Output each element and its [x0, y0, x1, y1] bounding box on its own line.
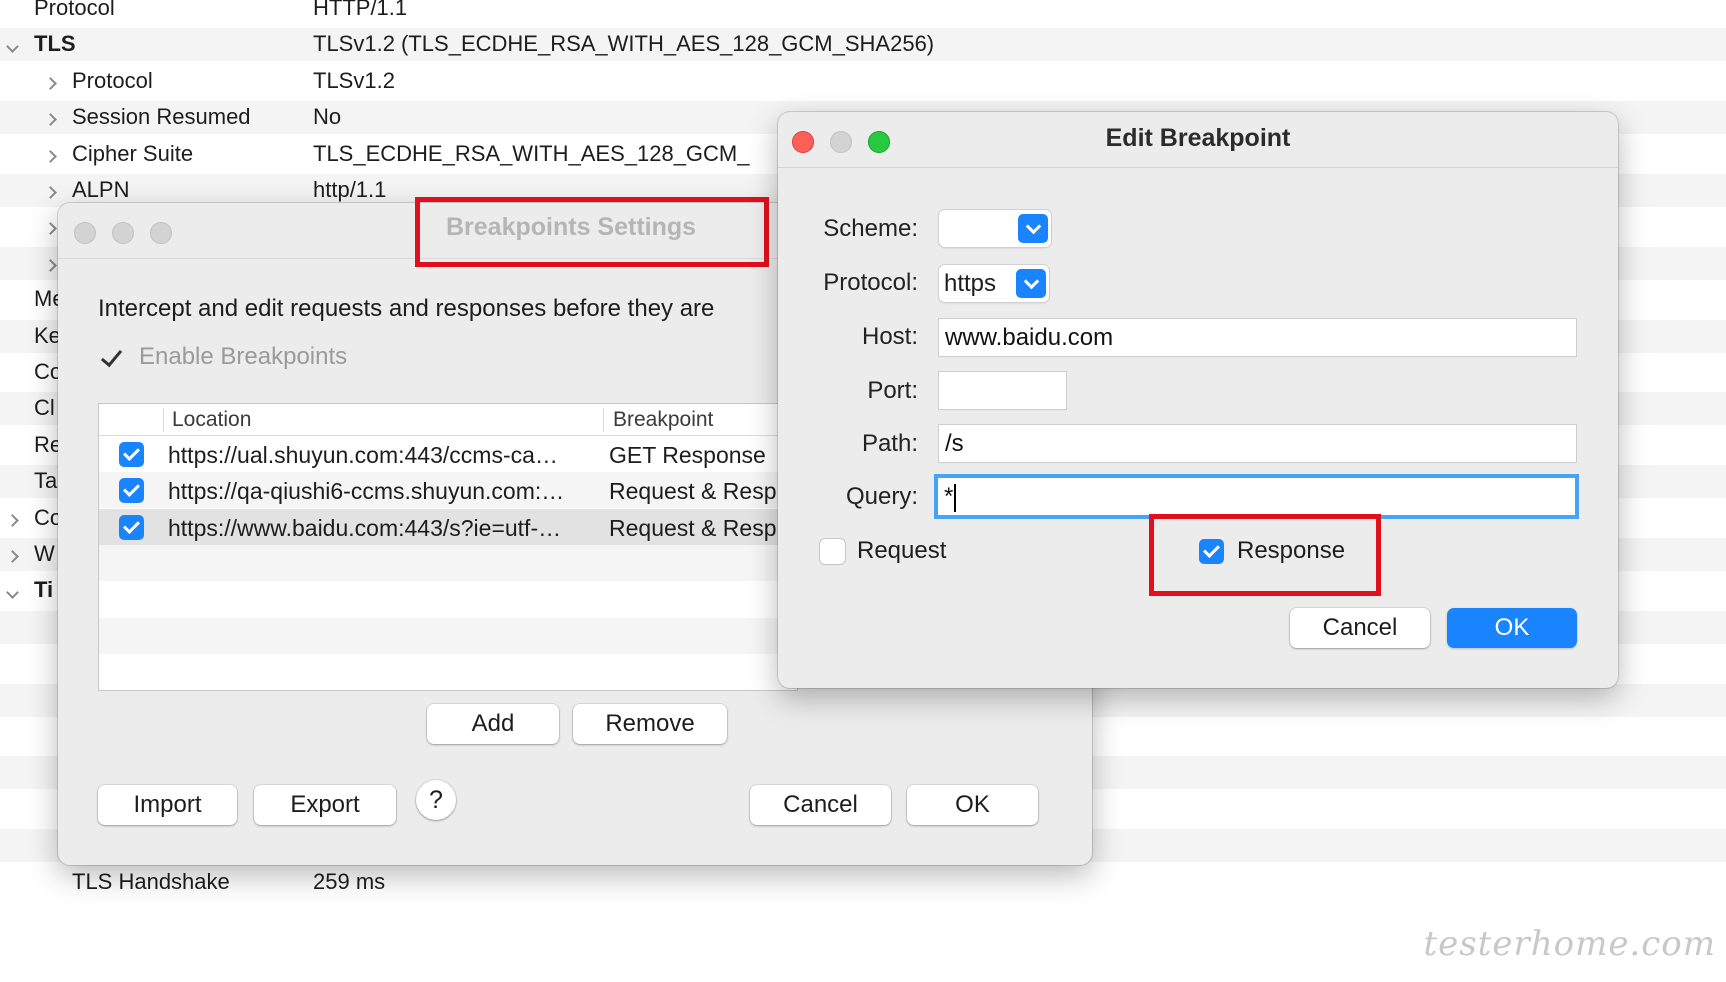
- table-header: Location Breakpoint: [99, 404, 797, 436]
- add-button[interactable]: Add: [427, 704, 559, 744]
- column-header-location[interactable]: Location: [172, 408, 251, 432]
- chevron-right-icon[interactable]: [44, 258, 57, 272]
- chevron-down-icon: [1018, 214, 1048, 243]
- edit-breakpoint-dialog: Edit Breakpoint Scheme: Protocol: https …: [778, 112, 1618, 688]
- scheme-label: Scheme:: [823, 215, 918, 242]
- breakpoints-intro-text: Intercept and edit requests and response…: [98, 295, 715, 322]
- tree-row-name: Protocol: [34, 0, 115, 20]
- tree-row[interactable]: TLS TLSv1.2 (TLS_ECDHE_RSA_WITH_AES_128_G…: [0, 28, 1726, 62]
- row-breakpoint-type: Request & Resp: [609, 478, 777, 505]
- tree-row[interactable]: TLS Handshake 259 ms: [0, 866, 1726, 899]
- chevron-right-icon[interactable]: [6, 513, 19, 527]
- chevron-down-icon[interactable]: [6, 586, 19, 600]
- breakpoints-table: Location Breakpoint https://ual.shuyun.c…: [98, 403, 798, 691]
- help-button[interactable]: ?: [416, 780, 456, 820]
- column-divider: [163, 408, 164, 432]
- tree-row-name: Cl: [34, 395, 55, 421]
- tree-row[interactable]: Protocol TLSv1.2: [0, 65, 1726, 98]
- highlight-box-title: [415, 197, 769, 267]
- port-label: Port:: [867, 377, 918, 404]
- export-button[interactable]: Export: [254, 785, 396, 825]
- tree-row-value: TLS_ECDHE_RSA_WITH_AES_128_GCM_: [313, 140, 750, 166]
- tree-row-name: Ta: [34, 468, 58, 494]
- edit-cancel-button[interactable]: Cancel: [1290, 608, 1430, 648]
- tree-row-value: 259 ms: [313, 868, 386, 894]
- chevron-right-icon[interactable]: [44, 113, 57, 127]
- path-label: Path:: [861, 430, 918, 457]
- chevron-right-icon[interactable]: [44, 186, 57, 199]
- column-header-breakpoint[interactable]: Breakpoint: [613, 408, 713, 432]
- row-enabled-checkbox[interactable]: [119, 442, 144, 467]
- tree-row[interactable]: Protocol HTTP/1.1: [0, 0, 1726, 25]
- chevron-down-icon: [1016, 269, 1046, 298]
- table-row: [99, 544, 797, 581]
- request-checkbox[interactable]: [820, 539, 845, 564]
- row-enabled-checkbox[interactable]: [119, 514, 144, 540]
- edit-breakpoint-title: Edit Breakpoint: [1105, 124, 1291, 152]
- table-row: [99, 617, 797, 654]
- tree-row-value: TLSv1.2: [313, 67, 395, 93]
- settings-cancel-button[interactable]: Cancel: [750, 785, 891, 825]
- minimize-window-icon[interactable]: [112, 222, 134, 244]
- tree-row-name: Ke: [34, 322, 61, 348]
- text-cursor: [954, 483, 957, 512]
- edit-breakpoint-titlebar: Edit Breakpoint: [778, 112, 1618, 168]
- row-enabled-checkbox[interactable]: [119, 478, 144, 504]
- highlight-box-response: [1149, 514, 1381, 596]
- tree-row-name: Ti: [34, 577, 54, 603]
- enable-breakpoints-checkbox[interactable]: [102, 346, 120, 368]
- tree-row-name: Protocol: [72, 67, 153, 93]
- table-row[interactable]: https://qa-qiushi6-ccms.shuyun.com:… Requ…: [99, 472, 797, 509]
- tree-row-value: No: [313, 104, 342, 130]
- close-window-icon[interactable]: [74, 222, 96, 244]
- tree-row-value: TLSv1.2 (TLS_ECDHE_RSA_WITH_AES_128_GCM_…: [313, 31, 935, 57]
- tree-row-name: Cipher Suite: [72, 140, 194, 166]
- enable-breakpoints-label: Enable Breakpoints: [139, 343, 348, 370]
- table-row[interactable]: https://ual.shuyun.com:443/ccms-ca… GET R…: [99, 436, 797, 472]
- chevron-right-icon[interactable]: [44, 76, 57, 90]
- chevron-down-icon[interactable]: [6, 40, 19, 54]
- protocol-select[interactable]: https: [939, 265, 1049, 302]
- tree-row-value: http/1.1: [313, 177, 387, 202]
- import-button[interactable]: Import: [98, 785, 237, 825]
- row-location: https://qa-qiushi6-ccms.shuyun.com:…: [168, 478, 565, 505]
- edit-ok-button[interactable]: OK: [1447, 608, 1577, 648]
- path-field[interactable]: /s: [939, 425, 1576, 462]
- table-row: [99, 654, 797, 690]
- tree-row-name: TLS Handshake: [72, 868, 230, 894]
- chevron-right-icon[interactable]: [44, 222, 57, 236]
- table-row[interactable]: https://www.baidu.com:443/s?ie=utf-… Requ…: [99, 508, 797, 545]
- row-location: https://www.baidu.com:443/s?ie=utf-…: [168, 514, 562, 541]
- query-value: *: [944, 483, 954, 510]
- row-breakpoint-type: GET Response: [609, 442, 766, 468]
- scheme-select[interactable]: [939, 210, 1051, 247]
- protocol-value: https: [944, 270, 997, 297]
- tree-row-name: Session Resumed: [72, 104, 251, 130]
- zoom-window-icon[interactable]: [150, 222, 172, 244]
- tree-row-value: HTTP/1.1: [313, 0, 408, 20]
- host-field[interactable]: www.baidu.com: [939, 319, 1576, 356]
- host-label: Host:: [861, 323, 918, 350]
- tree-row-name: ALPN: [72, 177, 130, 202]
- chevron-right-icon[interactable]: [44, 149, 57, 163]
- tree-row-name: W: [34, 541, 55, 566]
- query-field[interactable]: *: [938, 478, 1575, 515]
- chevron-right-icon[interactable]: [6, 550, 19, 563]
- watermark: testerhome.com: [1423, 924, 1716, 964]
- table-row: [99, 581, 797, 617]
- tree-row-name: TLS: [34, 31, 76, 57]
- remove-button[interactable]: Remove: [573, 704, 727, 744]
- row-breakpoint-type: Request & Resp: [609, 514, 777, 541]
- query-label: Query:: [845, 483, 918, 510]
- row-location: https://ual.shuyun.com:443/ccms-ca…: [168, 442, 558, 468]
- column-divider: [603, 408, 604, 432]
- protocol-label: Protocol:: [823, 269, 918, 296]
- port-field[interactable]: [939, 372, 1066, 409]
- request-label: Request: [857, 537, 947, 564]
- settings-ok-button[interactable]: OK: [907, 785, 1038, 825]
